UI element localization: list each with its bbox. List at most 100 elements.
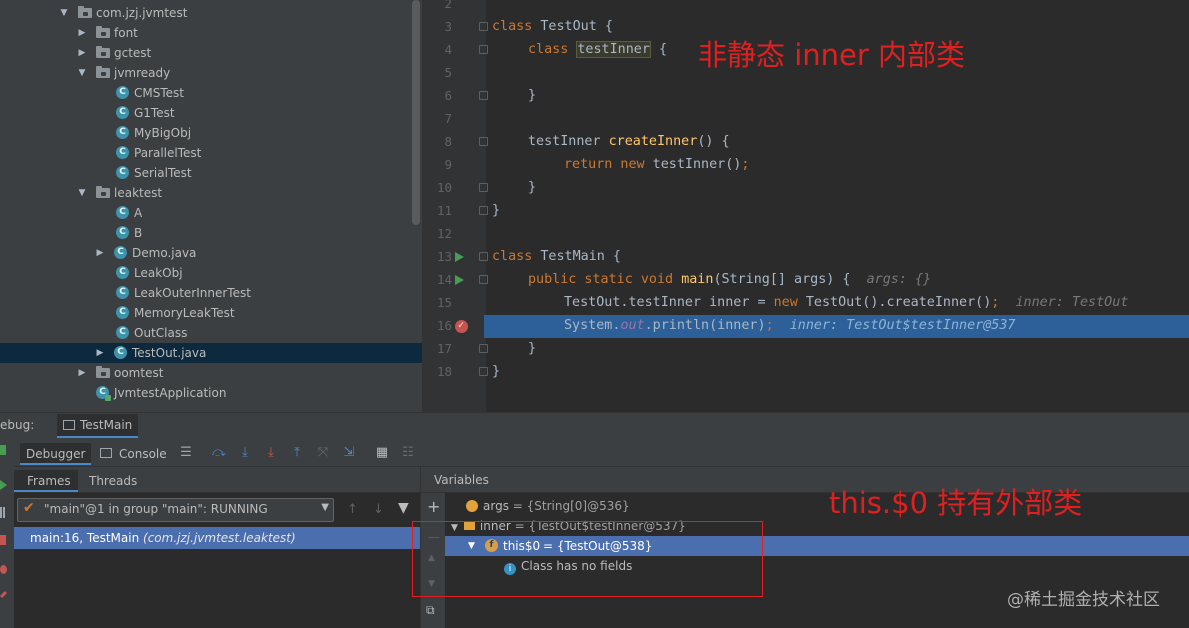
mute-breakpoints-icon[interactable]	[0, 590, 8, 599]
chevron-right-icon[interactable]: ▶	[94, 243, 106, 263]
stop-icon[interactable]	[0, 535, 6, 545]
code-line-13: class TestMain {	[492, 249, 621, 264]
fold-icon[interactable]	[479, 45, 488, 54]
variable-args[interactable]: args = {String[0]@536}	[466, 496, 630, 516]
variables-title: Variables	[434, 473, 489, 487]
line-number: 4	[444, 42, 452, 57]
debug-title: ebug:	[0, 418, 35, 432]
class-icon: C	[116, 286, 129, 299]
class-icon: C	[116, 326, 129, 339]
tree-item[interactable]: ▼ leaktest	[0, 183, 422, 203]
code-line-18: }	[492, 364, 501, 379]
tab-threads[interactable]: Threads	[89, 474, 137, 488]
tab-frames[interactable]: Frames	[27, 474, 71, 488]
fold-icon[interactable]	[479, 137, 488, 146]
tree-item-partial	[0, 403, 422, 409]
tree-item[interactable]: C SerialTest	[0, 163, 422, 183]
run-icon[interactable]	[455, 275, 464, 285]
line-number: 2	[444, 0, 452, 11]
identifier-highlight: testInner	[576, 41, 651, 58]
chevron-right-icon[interactable]: ▶	[94, 343, 106, 363]
chevron-down-icon[interactable]: ▼	[76, 183, 88, 203]
code-editor[interactable]: ✓ 2 3 4 5 6 7 8 9 10 11 12 13 14 15 16 17 18 class TestO…	[422, 0, 1189, 412]
tree-item-label: leaktest	[114, 186, 163, 200]
tab-debugger[interactable]: Debugger	[20, 443, 92, 465]
tree-item-label: oomtest	[114, 366, 164, 380]
tree-item[interactable]: C G1Test	[0, 103, 422, 123]
debug-left-toolstrip	[0, 440, 14, 628]
tree-item[interactable]: C LeakObj	[0, 263, 422, 283]
step-over-icon[interactable]: ⤓	[237, 445, 253, 461]
tab-console[interactable]: Console	[119, 443, 167, 465]
fold-icon[interactable]	[479, 344, 488, 353]
package-folder-icon	[96, 366, 110, 378]
fold-icon[interactable]	[479, 91, 488, 100]
trace-icon[interactable]: ☷	[400, 445, 416, 461]
tree-item[interactable]: CB	[0, 223, 422, 243]
chevron-down-icon[interactable]: ▼	[58, 3, 70, 23]
tree-item[interactable]: ▶ C TestOut.java	[0, 343, 422, 363]
tree-item-label: MemoryLeakTest	[134, 306, 235, 320]
step-out-icon[interactable]: ⤒	[289, 445, 305, 461]
rerun-icon[interactable]	[0, 445, 6, 455]
resume-icon[interactable]	[0, 480, 7, 490]
annotation-box	[412, 521, 763, 597]
tree-item-label: ParallelTest	[134, 146, 202, 160]
tree-item[interactable]: C ParallelTest	[0, 143, 422, 163]
tree-item[interactable]: ▶ gctest	[0, 43, 422, 63]
filter-icon[interactable]: ▼	[398, 500, 409, 516]
arrow-up-icon[interactable]: ↑	[347, 502, 358, 517]
chevron-right-icon[interactable]: ▶	[76, 363, 88, 383]
run-icon[interactable]	[455, 252, 464, 262]
menu-lines-icon[interactable]: ☰	[178, 445, 194, 461]
code-line-16: System.out.println(inner); inner: TestOu…	[564, 318, 1016, 333]
class-icon: C	[114, 246, 127, 259]
pause-icon[interactable]	[0, 507, 5, 518]
tree-item[interactable]: ▶ oomtest	[0, 363, 422, 383]
line-number: 5	[444, 65, 452, 80]
package-folder-icon	[96, 46, 110, 58]
tree-item[interactable]: C LeakOuterInnerTest	[0, 283, 422, 303]
inner-class-annotation: 非静态 inner 内部类	[698, 38, 966, 72]
tree-item-label: LeakObj	[134, 266, 183, 280]
chevron-right-icon[interactable]: ▶	[76, 23, 88, 43]
tree-item[interactable]: ▶ C Demo.java	[0, 243, 422, 263]
tree-item[interactable]: ▶ font	[0, 23, 422, 43]
spring-class-icon: C	[96, 386, 111, 401]
fold-icon[interactable]	[479, 206, 488, 215]
add-watch-icon[interactable]: +	[427, 497, 440, 516]
tree-item-label: B	[134, 226, 143, 240]
tree-item[interactable]: ▼ jvmready	[0, 63, 422, 83]
evaluate-icon[interactable]: ▦	[374, 445, 390, 461]
package-folder-icon	[96, 66, 110, 78]
arrow-down-icon[interactable]: ↓	[373, 502, 384, 517]
frame-row[interactable]: main:16, TestMain (com.jzj.jvmtest.leakt…	[14, 527, 420, 549]
step-into-icon[interactable]: ⤓	[263, 445, 279, 461]
tree-item-label: A	[134, 206, 143, 220]
fold-icon[interactable]	[479, 22, 488, 31]
tree-item[interactable]: C CMSTest	[0, 83, 422, 103]
view-breakpoints-icon[interactable]	[0, 565, 7, 574]
chevron-right-icon[interactable]: ▶	[76, 43, 88, 63]
class-icon: C	[116, 226, 129, 239]
tree-item-label: jvmready	[114, 66, 171, 80]
window-icon	[63, 420, 75, 430]
tree-item[interactable]: C MyBigObj	[0, 123, 422, 143]
show-execution-point-icon[interactable]: ⤼	[211, 445, 227, 461]
fold-icon[interactable]	[479, 275, 488, 284]
tree-item[interactable]: C OutClass	[0, 323, 422, 343]
drop-frame-icon[interactable]: ⤧	[315, 445, 331, 461]
run-to-cursor-icon[interactable]: ⇲	[341, 445, 357, 461]
tree-item[interactable]: C MemoryLeakTest	[0, 303, 422, 323]
fold-icon[interactable]	[479, 252, 488, 261]
copy-icon[interactable]: ⧉	[426, 603, 435, 618]
tree-item[interactable]: CA	[0, 203, 422, 223]
tree-scrollbar[interactable]	[412, 0, 420, 225]
debug-session-tab[interactable]: TestMain	[57, 414, 139, 438]
fold-icon[interactable]	[479, 183, 488, 192]
tree-item-label: SerialTest	[134, 166, 192, 180]
tree-item[interactable]: C JvmtestApplication	[0, 383, 422, 403]
chevron-down-icon[interactable]: ▼	[76, 63, 88, 83]
tree-item[interactable]: ▼ com.jzj.jvmtest	[0, 3, 422, 23]
fold-icon[interactable]	[479, 367, 488, 376]
